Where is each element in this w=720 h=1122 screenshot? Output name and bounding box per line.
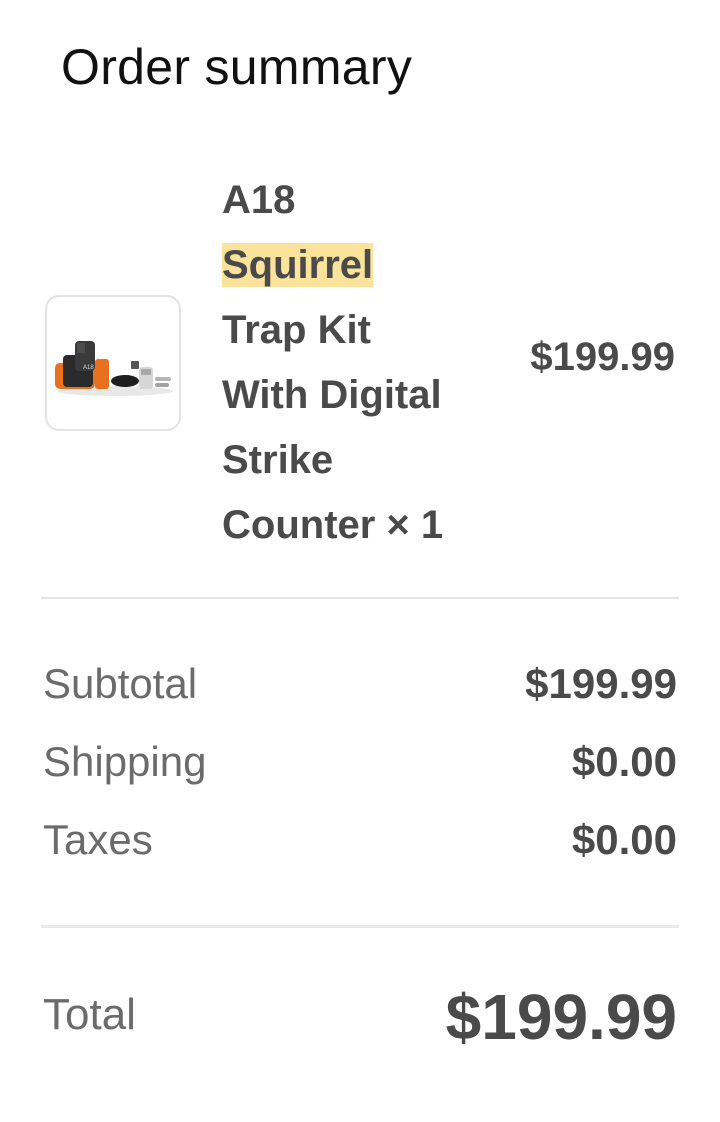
search-highlight: Squirrel — [222, 243, 374, 287]
taxes-row: Taxes $0.00 — [43, 816, 677, 866]
shipping-label: Shipping — [43, 738, 207, 785]
total-row: Total $199.99 — [43, 980, 677, 1053]
subtotal-label: Subtotal — [43, 660, 198, 707]
product-name-line: A18 — [222, 178, 296, 222]
product-trap-kit-image: A18 — [55, 341, 173, 396]
product-name-line: Strike — [222, 438, 334, 482]
product-name: A18 Squirrel Trap Kit With Digital Strik… — [222, 168, 482, 558]
subtotal-row: Subtotal $199.99 — [43, 660, 677, 710]
total-label: Total — [43, 990, 136, 1039]
page-title: Order summary — [61, 39, 413, 95]
shipping-value: $0.00 — [571, 738, 677, 785]
product-name-line: Counter × 1 — [222, 503, 444, 547]
divider — [41, 925, 679, 928]
svg-text:A18: A18 — [83, 365, 94, 371]
order-line-item: A18 A18 Squirrel Trap Kit With Digital S… — [45, 168, 677, 558]
product-name-line: With Digital — [222, 373, 442, 417]
line-item-price: $199.99 — [530, 335, 675, 379]
taxes-value: $0.00 — [571, 816, 677, 863]
subtotal-value: $199.99 — [525, 660, 677, 707]
shipping-row: Shipping $0.00 — [43, 738, 677, 788]
divider — [41, 597, 679, 599]
taxes-label: Taxes — [43, 816, 153, 863]
product-thumbnail[interactable]: A18 — [45, 295, 181, 431]
total-value: $199.99 — [445, 981, 677, 1053]
product-name-line: Trap Kit — [222, 308, 371, 352]
